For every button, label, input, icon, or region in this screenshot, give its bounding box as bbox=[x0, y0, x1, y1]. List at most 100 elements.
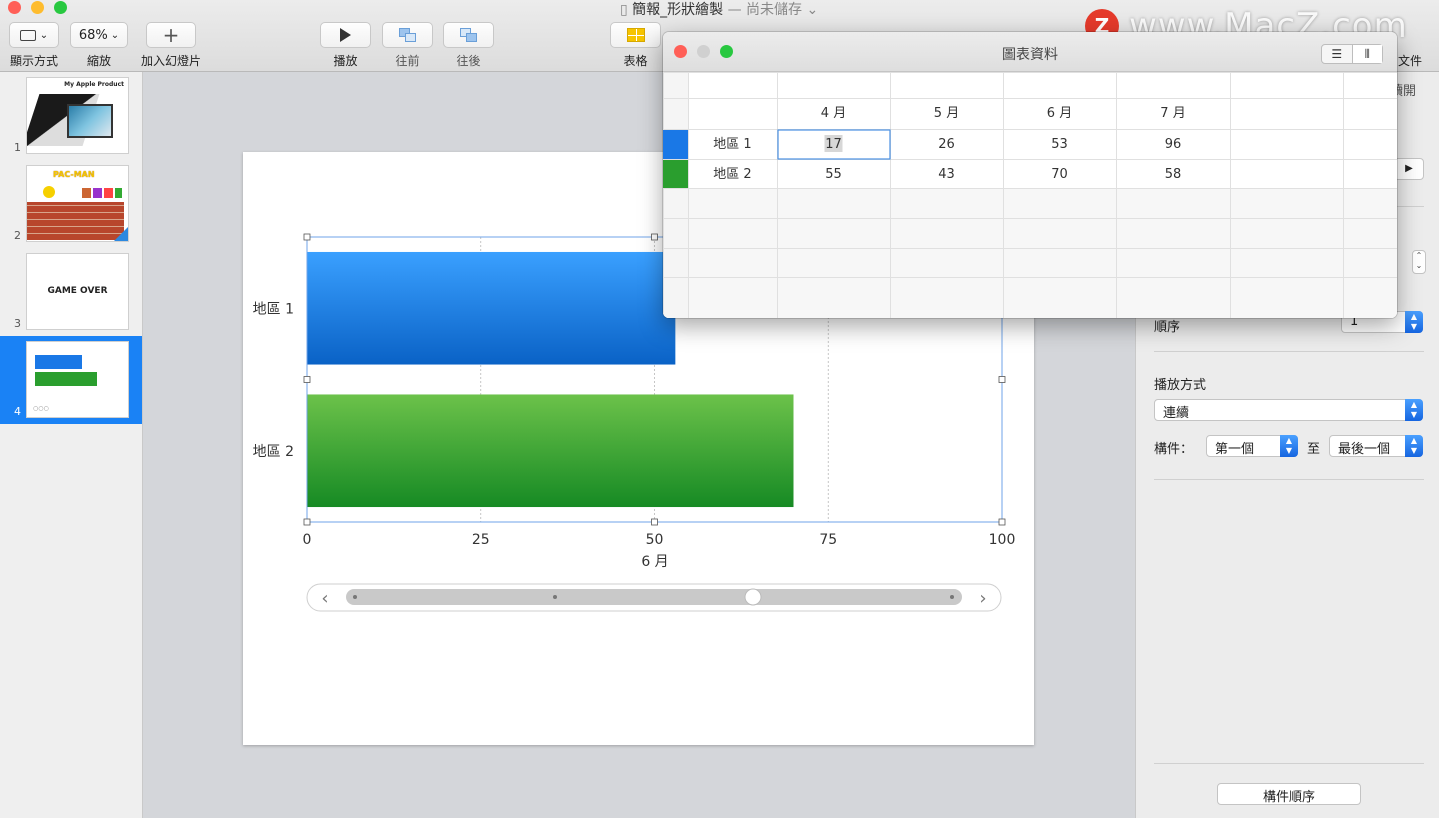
data-cell[interactable]: 96 bbox=[1165, 137, 1182, 152]
table-label: 表格 bbox=[623, 54, 648, 68]
resize-handle[interactable] bbox=[303, 233, 311, 241]
zoom-popup[interactable]: 68% ⌄ bbox=[70, 22, 128, 48]
build-label: 構件： bbox=[1154, 442, 1194, 457]
play-control[interactable]: 播放 bbox=[320, 22, 371, 69]
category-label: 地區 2 bbox=[253, 444, 294, 460]
slide-number: 1 bbox=[14, 141, 21, 154]
x-tick-label: 100 bbox=[989, 532, 1016, 548]
series-color-swatch bbox=[663, 160, 688, 188]
chevron-updown-icon: ▲ ▼ bbox=[1405, 311, 1423, 333]
chart-data-window: 圖表資料 ☰ ⦀ 4 月5 月6 月7 月地區 1 17 26 53 96 地區 2 55 4… bbox=[663, 32, 1397, 318]
data-cell[interactable]: 53 bbox=[1051, 137, 1068, 152]
slider-track[interactable] bbox=[346, 589, 962, 605]
slider-stop bbox=[353, 595, 357, 599]
slide-thumbnail-3[interactable]: GAME OVER 3 bbox=[0, 248, 142, 336]
minimize-window-icon[interactable] bbox=[31, 1, 44, 14]
forward-control[interactable]: 往後 bbox=[443, 22, 494, 69]
chevron-updown-icon: ▲ ▼ bbox=[1405, 399, 1423, 421]
category-label: 地區 1 bbox=[253, 301, 294, 317]
play-icon: ▶ bbox=[1405, 163, 1413, 174]
view-label: 顯示方式 bbox=[9, 54, 58, 68]
layers-front-icon bbox=[459, 28, 478, 42]
table-button[interactable] bbox=[610, 22, 661, 48]
close-window-icon[interactable] bbox=[8, 1, 21, 14]
slide-navigator: My Apple Product 1 PAC-MAN 2 GAME OVER 3… bbox=[0, 72, 143, 818]
data-cell[interactable]: 43 bbox=[938, 167, 955, 182]
build-to-popup[interactable]: 最後一個 ▲ ▼ bbox=[1329, 435, 1423, 457]
bar[interactable] bbox=[307, 251, 676, 365]
build-to-label: 至 bbox=[1307, 442, 1321, 457]
month-slider[interactable]: ‹ › bbox=[306, 583, 1002, 612]
plot-columns-icon[interactable]: ⦀ bbox=[1351, 45, 1382, 63]
delivery-popup[interactable]: 連續 ▲ ▼ bbox=[1154, 399, 1423, 421]
row-header[interactable]: 地區 1 bbox=[713, 137, 751, 152]
plot-rows-icon[interactable]: ☰ bbox=[1322, 45, 1352, 63]
chevron-left-icon[interactable]: ‹ bbox=[321, 588, 328, 609]
chart-data-titlebar[interactable]: 圖表資料 ☰ ⦀ bbox=[663, 32, 1397, 72]
slide-thumbnail-4[interactable]: ○○○ 4 bbox=[0, 336, 142, 424]
bar[interactable] bbox=[307, 394, 794, 508]
chevron-down-icon[interactable]: ⌄ bbox=[807, 2, 819, 18]
build-order-button[interactable]: 構件順序 bbox=[1217, 783, 1361, 805]
delivery-label: 播放方式 bbox=[1154, 378, 1207, 393]
zoom-window-icon[interactable] bbox=[54, 1, 67, 14]
data-cell[interactable]: 17 bbox=[825, 137, 842, 152]
resize-handle[interactable] bbox=[651, 518, 658, 526]
data-cell[interactable]: 58 bbox=[1165, 167, 1182, 182]
zoom-control[interactable]: 68% ⌄ 縮放 bbox=[70, 22, 128, 69]
tablet-image bbox=[67, 104, 113, 138]
view-control[interactable]: ⌄ 顯示方式 bbox=[8, 22, 60, 69]
column-header[interactable]: 5 月 bbox=[934, 106, 959, 121]
chart-data-title: 圖表資料 bbox=[1002, 47, 1058, 63]
resize-handle[interactable] bbox=[303, 518, 311, 526]
play-button[interactable] bbox=[320, 22, 371, 48]
row-header[interactable]: 地區 2 bbox=[713, 167, 751, 182]
x-axis-label: 6 月 bbox=[641, 554, 668, 570]
play-preview-button[interactable]: ▶ bbox=[1394, 158, 1424, 180]
order-label: 順序 bbox=[1154, 320, 1181, 335]
back-control[interactable]: 往前 bbox=[382, 22, 433, 69]
column-header[interactable]: 6 月 bbox=[1047, 106, 1072, 121]
x-axis-ticks: 0 25 50 75 100 bbox=[303, 532, 1016, 548]
document-name: 簡報_形狀繪製 bbox=[632, 2, 724, 18]
plus-icon: + bbox=[162, 23, 180, 47]
column-header[interactable]: 4 月 bbox=[821, 106, 846, 121]
data-cell[interactable]: 55 bbox=[825, 167, 842, 182]
forward-label: 往後 bbox=[456, 54, 481, 68]
data-cell[interactable]: 70 bbox=[1051, 167, 1068, 182]
build-from-popup[interactable]: 第一個 ▲ ▼ bbox=[1206, 435, 1298, 457]
slide-number: 3 bbox=[14, 317, 21, 330]
stepper[interactable]: ⌃ ⌄ bbox=[1412, 250, 1426, 274]
pacman-icon bbox=[43, 186, 55, 198]
x-tick-label: 25 bbox=[472, 532, 490, 548]
bring-forward-button[interactable] bbox=[443, 22, 494, 48]
view-button[interactable]: ⌄ bbox=[9, 22, 59, 48]
chart-data-table[interactable]: 4 月 5 月 6 月 7 月地區 1 17 26 53 96 地區 2 55 43 70 58 bbox=[663, 72, 1397, 318]
slide-thumbnail-1[interactable]: My Apple Product 1 bbox=[0, 72, 142, 160]
resize-handle[interactable] bbox=[303, 376, 311, 383]
plot-orientation-toggle[interactable]: ☰ ⦀ bbox=[1321, 44, 1383, 64]
slider-thumb[interactable] bbox=[744, 588, 762, 606]
chevron-right-icon[interactable]: › bbox=[979, 588, 986, 609]
slide-thumbnail-2[interactable]: PAC-MAN 2 bbox=[0, 160, 142, 248]
bring-backward-button[interactable] bbox=[382, 22, 433, 48]
zoom-value: 68% bbox=[78, 27, 108, 43]
x-tick-label: 0 bbox=[303, 532, 312, 548]
resize-handle[interactable] bbox=[998, 518, 1006, 526]
add-slide-control[interactable]: + 加入幻燈片 bbox=[140, 22, 202, 69]
resize-handle[interactable] bbox=[651, 233, 658, 241]
column-header[interactable]: 7 月 bbox=[1160, 106, 1185, 121]
add-slide-button[interactable]: + bbox=[146, 22, 196, 48]
data-cell[interactable]: 26 bbox=[938, 137, 955, 152]
zoom-label: 縮放 bbox=[86, 54, 111, 68]
layers-back-icon bbox=[398, 28, 417, 42]
slide-preview: PAC-MAN bbox=[26, 165, 129, 242]
slide-caption: GAME OVER bbox=[47, 286, 108, 296]
separator bbox=[1154, 479, 1424, 480]
resize-handle[interactable] bbox=[998, 376, 1006, 383]
table-control[interactable]: 表格 bbox=[610, 22, 661, 69]
brick-wall-image bbox=[27, 202, 124, 240]
category-labels: 地區 1 地區 2 bbox=[253, 301, 294, 460]
slide-number: 4 bbox=[14, 405, 21, 418]
add-slide-label: 加入幻燈片 bbox=[140, 54, 201, 68]
